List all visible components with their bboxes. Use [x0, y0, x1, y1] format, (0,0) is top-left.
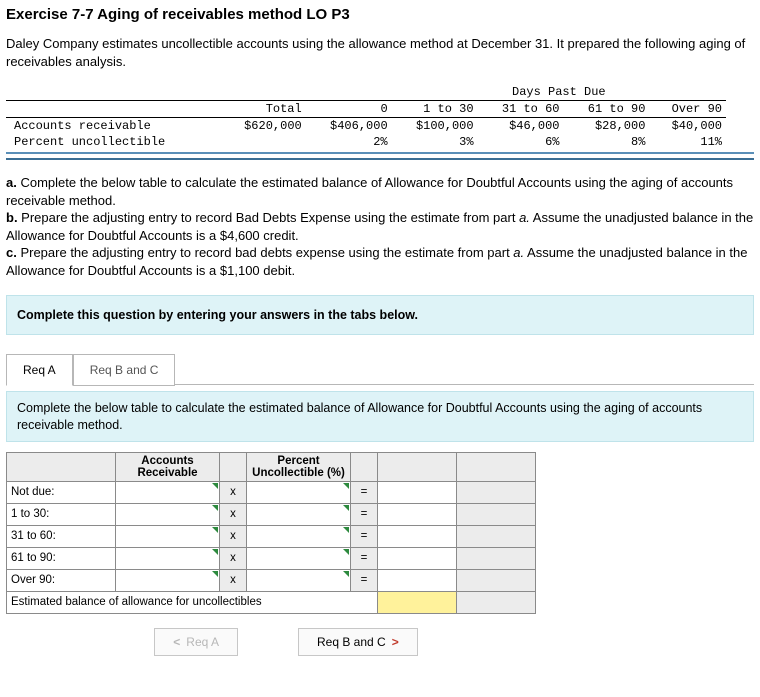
dropdown-icon — [212, 549, 218, 555]
row-ar-label: Accounts receivable — [6, 118, 220, 135]
dropdown-icon — [343, 483, 349, 489]
input-pct-not-due[interactable] — [247, 481, 351, 503]
nav-buttons: < Req A Req B and C > — [6, 628, 566, 656]
result-31-60 — [378, 525, 457, 547]
ar-1-30: $100,000 — [392, 118, 478, 135]
pct-over-90: 11% — [649, 134, 726, 150]
row-1-30: 1 to 30: — [7, 503, 116, 525]
pct-0: 2% — [306, 134, 392, 150]
times-icon: x — [220, 569, 247, 591]
dropdown-icon — [343, 505, 349, 511]
dropdown-icon — [343, 549, 349, 555]
input-ar-31-60[interactable] — [116, 525, 220, 547]
dropdown-icon — [343, 571, 349, 577]
equals-icon: = — [351, 525, 378, 547]
col-over-90: Over 90 — [649, 101, 726, 118]
answer-table: Accounts Receivable Percent Uncollectibl… — [6, 452, 536, 614]
th-percent-uncollectible: Percent Uncollectible (%) — [247, 452, 351, 481]
times-icon: x — [220, 481, 247, 503]
result-over-90 — [378, 569, 457, 591]
chevron-right-icon: > — [392, 635, 399, 649]
input-ar-1-30[interactable] — [116, 503, 220, 525]
input-ar-not-due[interactable] — [116, 481, 220, 503]
ar-total: $620,000 — [220, 118, 306, 135]
equals-icon: = — [351, 569, 378, 591]
input-pct-1-30[interactable] — [247, 503, 351, 525]
tab-req-a[interactable]: Req A — [6, 354, 73, 386]
pct-31-60: 6% — [478, 134, 564, 150]
col-61-90: 61 to 90 — [563, 101, 649, 118]
tabs: Req A Req B and C — [6, 353, 754, 385]
times-icon: x — [220, 503, 247, 525]
row-61-90: 61 to 90: — [7, 547, 116, 569]
result-1-30 — [378, 503, 457, 525]
question-parts: a. Complete the below table to calculate… — [6, 174, 754, 279]
ar-61-90: $28,000 — [563, 118, 649, 135]
tab-req-b-and-c[interactable]: Req B and C — [73, 354, 176, 386]
col-0: 0 — [306, 101, 392, 118]
pct-61-90: 8% — [563, 134, 649, 150]
input-ar-over-90[interactable] — [116, 569, 220, 591]
tab-instruction: Complete the below table to calculate th… — [6, 391, 754, 442]
ar-0: $406,000 — [306, 118, 392, 135]
next-button[interactable]: Req B and C > — [298, 628, 418, 656]
ar-over-90: $40,000 — [649, 118, 726, 135]
ar-31-60: $46,000 — [478, 118, 564, 135]
result-61-90 — [378, 547, 457, 569]
aging-table: Days Past Due Total 0 1 to 30 31 to 60 6… — [6, 84, 754, 154]
footer-label: Estimated balance of allowance for uncol… — [7, 591, 378, 613]
equals-icon: = — [351, 547, 378, 569]
col-31-60: 31 to 60 — [478, 101, 564, 118]
pct-1-30: 3% — [392, 134, 478, 150]
row-31-60: 31 to 60: — [7, 525, 116, 547]
input-ar-61-90[interactable] — [116, 547, 220, 569]
instruction-panel: Complete this question by entering your … — [6, 295, 754, 335]
page-title: Exercise 7-7 Aging of receivables method… — [6, 6, 754, 23]
row-not-due: Not due: — [7, 481, 116, 503]
input-pct-over-90[interactable] — [247, 569, 351, 591]
input-pct-31-60[interactable] — [247, 525, 351, 547]
col-total: Total — [220, 101, 306, 118]
dropdown-icon — [212, 571, 218, 577]
times-icon: x — [220, 525, 247, 547]
row-over-90: Over 90: — [7, 569, 116, 591]
chevron-left-icon: < — [173, 635, 180, 649]
intro-text: Daley Company estimates uncollectible ac… — [6, 35, 754, 70]
result-not-due — [378, 481, 457, 503]
dropdown-icon — [212, 527, 218, 533]
dropdown-icon — [212, 483, 218, 489]
equals-icon: = — [351, 503, 378, 525]
col-1-30: 1 to 30 — [392, 101, 478, 118]
days-past-due-header: Days Past Due — [392, 84, 726, 101]
times-icon: x — [220, 547, 247, 569]
next-label: Req B and C — [317, 635, 386, 649]
prev-label: Req A — [186, 635, 219, 649]
dropdown-icon — [212, 505, 218, 511]
dropdown-icon — [343, 527, 349, 533]
row-pct-label: Percent uncollectible — [6, 134, 220, 150]
th-accounts-receivable: Accounts Receivable — [116, 452, 220, 481]
input-pct-61-90[interactable] — [247, 547, 351, 569]
equals-icon: = — [351, 481, 378, 503]
result-total — [378, 591, 457, 613]
prev-button[interactable]: < Req A — [154, 628, 238, 656]
